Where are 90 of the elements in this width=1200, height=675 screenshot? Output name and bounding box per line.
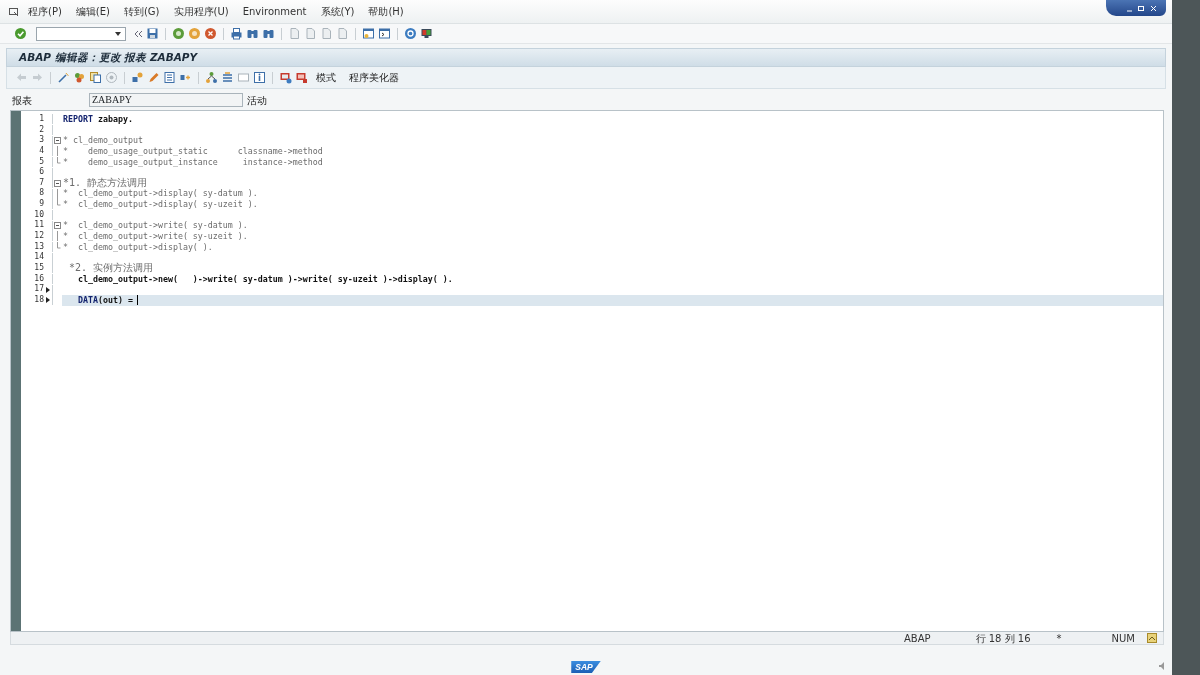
- line-number: 16: [33, 273, 45, 284]
- line-number: 4: [38, 145, 45, 157]
- binoculars-icon[interactable]: [262, 27, 275, 40]
- line-number: 5: [38, 156, 45, 167]
- logo: SAP: [571, 661, 601, 673]
- line-number: 1: [38, 114, 45, 125]
- code-comment: * cl_demo_output->display( sy-datum ).: [63, 188, 258, 200]
- status-text: 活动: [247, 93, 267, 108]
- code-keyword: REPORT: [63, 114, 93, 125]
- collapse-icon[interactable]: [54, 179, 61, 187]
- collapse-icon[interactable]: [54, 222, 61, 230]
- toolbar-button[interactable]: 模式: [311, 71, 341, 84]
- code-comment: * demo_usage_output_static classname->method: [63, 145, 323, 157]
- status-item: 行 18 列 16: [975, 631, 1031, 646]
- toolbar-button[interactable]: 程序美化器: [344, 71, 404, 84]
- hierarchy-icon[interactable]: [205, 71, 218, 84]
- menu-icon[interactable]: [8, 5, 20, 18]
- code-text: cl_demo_output->new( )->write( sy-datum )->write( sy-uzeit )->display( ).: [77, 273, 453, 285]
- line-number: 12: [33, 231, 45, 242]
- line-number: 9: [38, 199, 45, 210]
- line-number: 11: [33, 220, 45, 231]
- command-field[interactable]: [36, 26, 126, 41]
- window-icon[interactable]: [362, 27, 375, 40]
- double-chevron-icon[interactable]: [133, 28, 143, 39]
- status-item: NUM: [1111, 631, 1135, 646]
- window-icon[interactable]: [378, 27, 391, 40]
- code-comment: * cl_demo_output->display( sy-uzeit ).: [63, 199, 258, 210]
- save-icon[interactable]: [146, 27, 159, 40]
- line-number: 15: [33, 262, 45, 274]
- line-number: 14: [33, 252, 45, 263]
- binoculars-icon[interactable]: [246, 27, 259, 40]
- circle-icon[interactable]: [172, 27, 185, 40]
- line-number: 10: [33, 209, 45, 220]
- fold-end-icon: [54, 242, 61, 252]
- code-text: (out) =: [97, 294, 133, 306]
- line-number: 18: [33, 294, 45, 306]
- text-cursor: [136, 295, 138, 306]
- menu-item[interactable]: 编辑(E): [69, 4, 116, 19]
- fold-line-icon: [54, 231, 61, 242]
- line-number: 17: [33, 284, 45, 295]
- code-keyword: DATA: [77, 294, 98, 306]
- circles-icon[interactable]: [73, 71, 86, 84]
- restore-icon[interactable]: [1137, 3, 1146, 13]
- window-title: ABAP 编辑器：更改 报表 ZABAPY: [19, 49, 198, 65]
- menu-item[interactable]: 系统(Y): [314, 4, 361, 19]
- collapse-icon[interactable]: [54, 137, 61, 145]
- menu-item[interactable]: 转到(G): [117, 4, 166, 19]
- info-icon[interactable]: [253, 71, 266, 84]
- monitor-icon[interactable]: [420, 27, 433, 40]
- code-comment: *1. 静态方法调用: [63, 177, 148, 189]
- close-icon[interactable]: [1149, 3, 1158, 13]
- monitor-icon[interactable]: [295, 71, 308, 84]
- menu-item[interactable]: 程序(P): [22, 4, 68, 19]
- code-comment: * cl_demo_output: [63, 135, 143, 146]
- line-number: 13: [33, 241, 45, 252]
- wand-icon[interactable]: [57, 71, 70, 84]
- speaker-icon[interactable]: [1158, 661, 1166, 671]
- help-icon[interactable]: [404, 27, 417, 40]
- printer-icon[interactable]: [230, 27, 243, 40]
- lines-icon[interactable]: [221, 71, 234, 84]
- fold-end-icon: [54, 156, 61, 167]
- field-label: 报表: [11, 93, 33, 108]
- line-number: 7: [38, 177, 45, 188]
- line-number: 8: [38, 188, 45, 199]
- form-icon[interactable]: [163, 71, 176, 84]
- menu-item[interactable]: 帮助(H): [362, 4, 410, 19]
- line-number: 6: [38, 167, 45, 178]
- fold-line-icon: [54, 188, 61, 199]
- code-comment: * demo_usage_output_instance instance->method: [63, 156, 323, 168]
- code-comment: * cl_demo_output->write( sy-datum ).: [63, 220, 248, 232]
- status-icon[interactable]: [1147, 633, 1157, 643]
- report-field[interactable]: ZABAPY: [89, 93, 243, 107]
- line-number: 2: [38, 124, 45, 135]
- code-text: zabapy.: [96, 114, 133, 125]
- status-item: ABAP: [904, 631, 931, 646]
- code-comment: *2. 实例方法调用: [68, 262, 154, 274]
- status-item: *: [1056, 631, 1062, 646]
- menu-item[interactable]: Environment: [236, 4, 313, 19]
- code-comment: * cl_demo_output->display( ).: [63, 241, 213, 253]
- dropdown-icon[interactable]: [114, 29, 122, 38]
- code-comment: * cl_demo_output->write( sy-uzeit ).: [63, 231, 248, 242]
- pencil-icon[interactable]: [147, 71, 160, 84]
- cancel-icon[interactable]: [204, 27, 217, 40]
- fold-line-icon: [54, 146, 61, 157]
- check-icon[interactable]: [14, 27, 27, 40]
- shapes-icon[interactable]: [131, 71, 144, 84]
- monitor-icon[interactable]: [279, 71, 292, 84]
- line-number: 3: [38, 135, 45, 146]
- copy-icon[interactable]: [89, 71, 102, 84]
- menu-item[interactable]: 实用程序(U): [167, 4, 235, 19]
